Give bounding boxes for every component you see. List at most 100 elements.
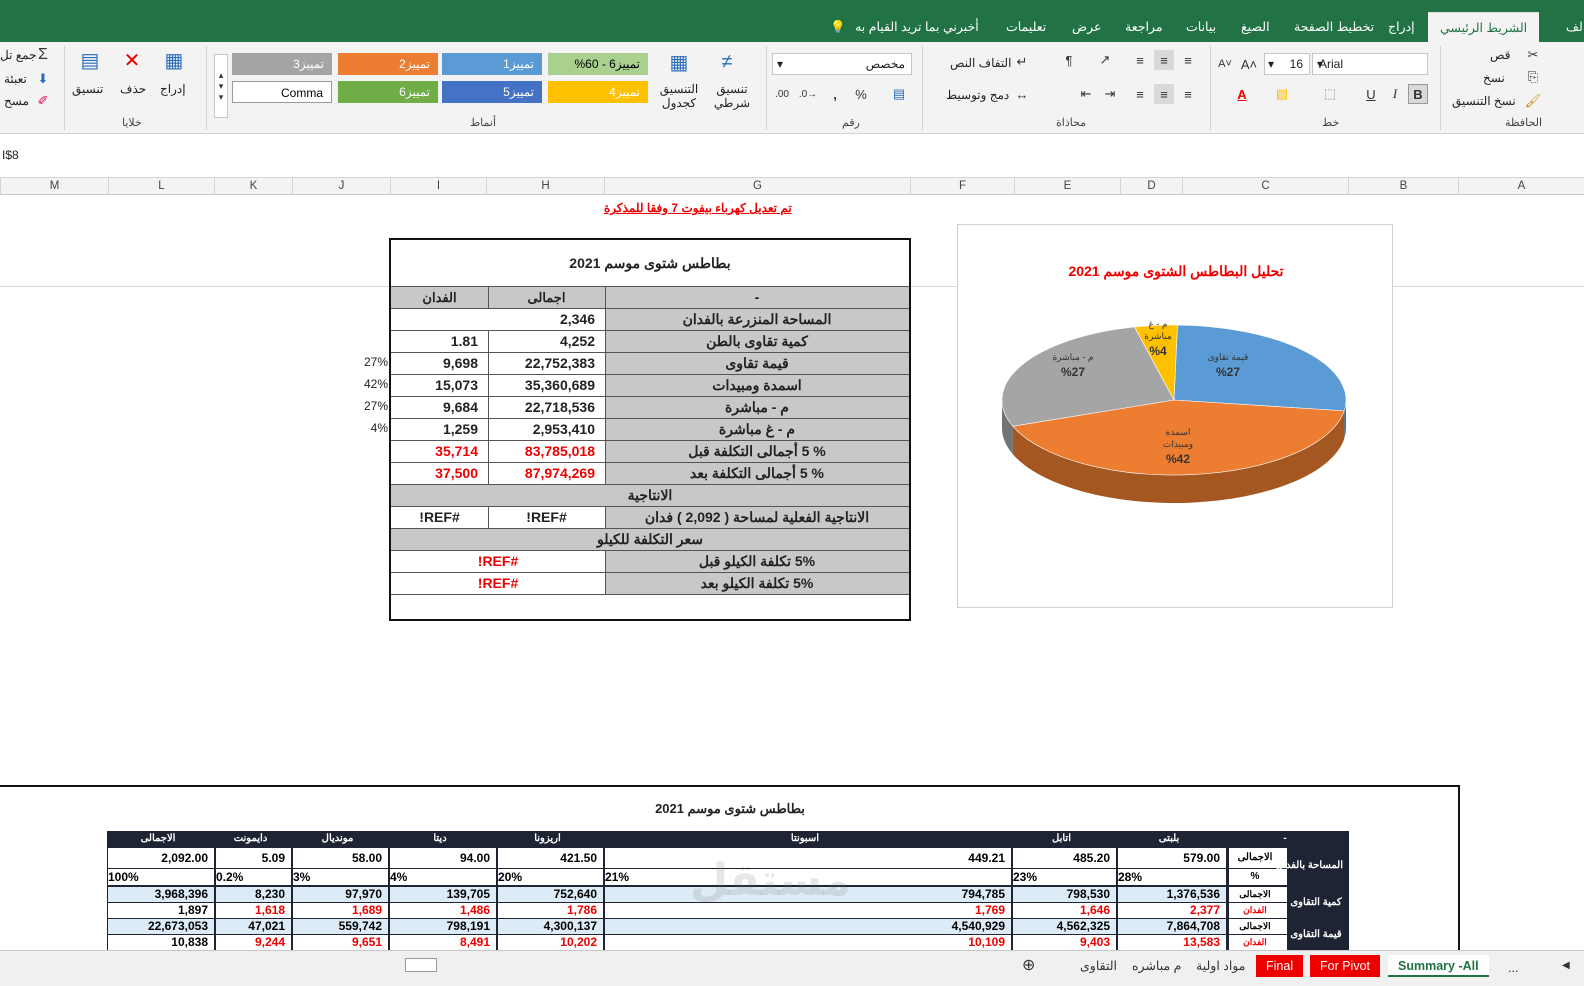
fill-icon[interactable]: ⬇ — [34, 70, 52, 88]
cell-style-2[interactable]: تمييز2 — [338, 53, 438, 75]
column-header-d[interactable]: D — [1120, 178, 1182, 195]
sheet-tab-summary[interactable]: Summary -All — [1388, 955, 1489, 977]
font-color-icon[interactable]: A — [1232, 84, 1252, 104]
column-header-m[interactable]: M — [0, 178, 108, 195]
align-bottom-icon[interactable]: ≡ — [1130, 50, 1150, 70]
clear-button[interactable]: مسح — [4, 94, 29, 108]
format-painter-button[interactable]: نسخ التنسيق — [1452, 94, 1516, 108]
column-header-e[interactable]: E — [1014, 178, 1120, 195]
align-center-icon[interactable]: ≡ — [1154, 84, 1174, 104]
sheet-tab-for-pivot[interactable]: For Pivot — [1310, 955, 1381, 977]
grow-font-icon[interactable]: A˄ — [1240, 54, 1258, 74]
cell-style-5[interactable]: تمييز5 — [442, 81, 542, 103]
decrease-indent-icon[interactable]: ⇤ — [1076, 84, 1096, 104]
tab-view[interactable]: عرض — [1072, 12, 1101, 42]
comma-style-icon[interactable]: , — [826, 84, 844, 104]
merge-center-icon[interactable]: ↔ — [1012, 84, 1032, 104]
shrink-font-icon[interactable]: A˅ — [1216, 54, 1234, 74]
copy-button[interactable]: نسخ — [1483, 71, 1505, 85]
scroll-tabs-icon[interactable]: ◀ — [1552, 955, 1580, 977]
cell-style-6[interactable]: تمييز6 — [338, 81, 438, 103]
formula-bar[interactable]: I$8 — [0, 134, 1584, 178]
font-name-select[interactable]: Arial ▾ — [1312, 53, 1428, 75]
wrap-text-icon[interactable]: ↵ — [1012, 52, 1032, 72]
delete-cells-icon[interactable]: ✕ — [118, 46, 146, 74]
tab-review[interactable]: مراجعة — [1125, 12, 1163, 42]
font-size-select[interactable]: 16 ▾ — [1264, 53, 1310, 75]
align-top-icon[interactable]: ≡ — [1178, 50, 1198, 70]
tab-file-cut[interactable]: لف — [1566, 12, 1583, 42]
wrap-text-button[interactable]: التفاف النص — [950, 56, 1011, 70]
eraser-icon[interactable]: ✐ — [34, 92, 52, 110]
tab-formulas[interactable]: الصيغ — [1241, 12, 1270, 42]
align-left-icon[interactable]: ≡ — [1130, 84, 1150, 104]
row-feddan: 9,698 — [442, 355, 478, 371]
sheet-tab-direct[interactable]: م مباشره — [1122, 955, 1191, 977]
insert-cells-icon[interactable]: ▦ — [160, 46, 188, 74]
column-header-a[interactable]: A — [1458, 178, 1584, 195]
cell-style-7[interactable]: Comma — [232, 81, 332, 103]
tabs-more[interactable]: ... — [1498, 957, 1528, 979]
orientation-icon[interactable]: ↗ — [1094, 50, 1116, 70]
styles-scroll[interactable]: ▴ ▾ ▾ — [214, 54, 228, 118]
tab-insert[interactable]: إدراج — [1388, 12, 1415, 42]
tell-me-search[interactable]: أخبرني بما تريد القيام به 💡 — [830, 12, 979, 42]
column-header-h[interactable]: H — [486, 178, 604, 195]
kilo-value: #REF! — [477, 575, 519, 591]
add-sheet-icon[interactable]: ⊕ — [1012, 955, 1045, 977]
column-header-k[interactable]: K — [214, 178, 292, 195]
conditional-format-button[interactable]: تنسيق شرطي — [706, 82, 758, 110]
autosum-icon[interactable]: Σ — [34, 46, 52, 64]
tab-home[interactable]: الشريط الرئيسي — [1428, 12, 1540, 42]
underline-icon[interactable]: U — [1362, 84, 1380, 104]
column-header-j[interactable]: J — [292, 178, 390, 195]
insert-cells-button[interactable]: إدراج — [160, 82, 186, 96]
bold-icon[interactable]: B — [1408, 84, 1428, 104]
pie-slice[interactable] — [1173, 324, 1347, 412]
borders-icon[interactable]: ⬚ — [1320, 84, 1340, 104]
worksheet[interactable]: تم تعديل كهرباء بيفوت 7 وفقا للمذكرة بطا… — [0, 195, 1584, 957]
scissors-icon[interactable]: ✂ — [1524, 46, 1542, 64]
increase-indent-icon[interactable]: ⇥ — [1100, 84, 1120, 104]
format-as-table-icon[interactable]: ▦ — [664, 48, 694, 76]
align-middle-icon[interactable]: ≡ — [1154, 50, 1174, 70]
decrease-decimal-icon[interactable]: .00 — [772, 84, 792, 104]
italic-icon[interactable]: I — [1386, 84, 1404, 104]
copy-icon[interactable]: ⎘ — [1524, 68, 1542, 86]
sheet-tab-raw-materials[interactable]: مواد اولية — [1186, 955, 1255, 977]
column-header-i[interactable]: I — [390, 178, 486, 195]
number-format-select[interactable]: مخصص ▾ — [772, 53, 912, 75]
column-header-g[interactable]: G — [604, 178, 910, 195]
currency-icon[interactable]: ▤ — [888, 84, 910, 104]
percent-icon[interactable]: % — [852, 84, 870, 104]
align-right-icon[interactable]: ≡ — [1178, 84, 1198, 104]
merge-center-button[interactable]: دمج وتوسيط — [946, 88, 1009, 102]
horizontal-scrollbar[interactable] — [405, 958, 437, 972]
fill-color-icon[interactable]: ▧ — [1272, 84, 1292, 104]
cell-style-4[interactable]: تمييز4 — [548, 81, 648, 103]
cut-button[interactable]: قص — [1490, 48, 1510, 62]
delete-cells-button[interactable]: حذف — [120, 82, 146, 96]
fill-button[interactable]: تعبئة — [4, 72, 27, 86]
tab-data[interactable]: بيانات — [1186, 12, 1216, 42]
sheet-tab-seeds[interactable]: التقاوى — [1070, 955, 1127, 977]
format-painter-icon[interactable]: 🖌 — [1524, 92, 1542, 110]
column-header-l[interactable]: L — [108, 178, 214, 195]
cell-style-3[interactable]: تمييز3 — [232, 53, 332, 75]
autosum-button[interactable]: جمع تل — [0, 48, 37, 62]
cell-style-0[interactable]: تمييز6 - 60% — [548, 53, 648, 75]
cell-style-1[interactable]: تمييز1 — [442, 53, 542, 75]
format-cells-button[interactable]: تنسيق — [72, 82, 103, 96]
tab-page-layout[interactable]: تخطيط الصفحة — [1294, 12, 1374, 42]
pie-chart[interactable]: تحليل البطاطس الشتوى موسم 2021 قيمة تقاو… — [957, 224, 1393, 608]
rtl-direction-icon[interactable]: ¶ — [1058, 50, 1080, 70]
format-cells-icon[interactable]: ▤ — [76, 46, 104, 74]
increase-decimal-icon[interactable]: .0→ — [798, 84, 818, 104]
column-header-c[interactable]: C — [1182, 178, 1348, 195]
format-as-table-button[interactable]: التنسيق كجدول — [654, 82, 704, 110]
column-header-b[interactable]: B — [1348, 178, 1458, 195]
conditional-format-icon[interactable]: ≠ — [712, 48, 742, 76]
tab-help[interactable]: تعليمات — [1006, 12, 1046, 42]
sheet-tab-final[interactable]: Final — [1256, 955, 1304, 977]
column-header-f[interactable]: F — [910, 178, 1014, 195]
